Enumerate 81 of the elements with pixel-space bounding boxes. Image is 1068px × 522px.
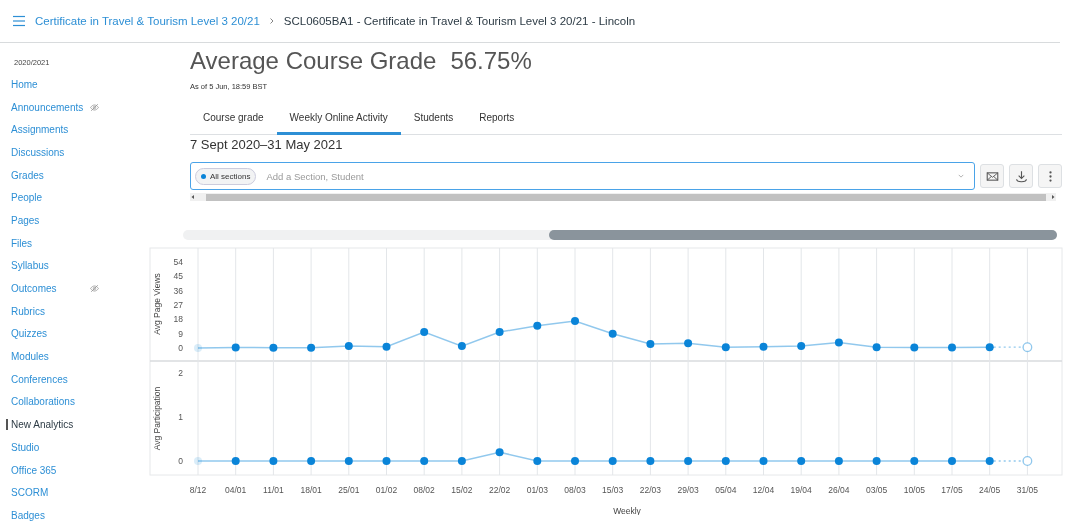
sidebar-link[interactable]: Home bbox=[11, 78, 89, 90]
sidebar-link[interactable]: Discussions bbox=[11, 146, 89, 158]
x-tick-label: 05/04 bbox=[715, 485, 737, 495]
breadcrumb-current: SCL0605BA1 - Certificate in Travel & Tourism Level 3 20/21 - Lincoln bbox=[283, 15, 636, 27]
range-scrollbar[interactable] bbox=[183, 230, 1057, 240]
sidebar-link[interactable]: Announcements bbox=[11, 101, 89, 113]
x-tick-label: 8/12 bbox=[189, 485, 207, 495]
x-tick-label: 12/04 bbox=[752, 485, 775, 495]
x-tick-label: 22/02 bbox=[488, 485, 511, 495]
y-tick-label: 1 bbox=[178, 412, 183, 422]
x-tick-label: 01/02 bbox=[375, 485, 398, 495]
x-tick-label: 29/03 bbox=[677, 485, 699, 495]
sidebar-link[interactable]: New Analytics bbox=[6, 419, 89, 431]
y-tick-label: 0 bbox=[178, 456, 183, 466]
tab[interactable]: Reports bbox=[466, 105, 528, 135]
y-tick-label: 27 bbox=[173, 300, 183, 310]
date-range: 7 Sept 2020–31 May 2021 bbox=[190, 137, 343, 152]
breadcrumb-link[interactable]: Certificate in Travel & Tourism Level 3 20/21 bbox=[35, 15, 260, 27]
x-tick-label: 01/03 bbox=[526, 485, 548, 495]
data-point bbox=[194, 344, 202, 352]
y-tick-label: 0 bbox=[178, 343, 183, 353]
more-button[interactable] bbox=[1038, 164, 1062, 188]
sidebar-link[interactable]: Pages bbox=[11, 214, 89, 226]
y-tick-label: 18 bbox=[173, 314, 183, 325]
x-tick-label: 26/04 bbox=[828, 485, 850, 495]
scroll-left-icon[interactable] bbox=[190, 194, 196, 200]
sidebar-link[interactable]: Syllabus bbox=[11, 260, 89, 272]
y-axis-title: Avg Page Views bbox=[152, 273, 162, 335]
x-tick-label: 08/02 bbox=[413, 485, 435, 495]
tab[interactable]: Students bbox=[400, 105, 467, 135]
menu-icon[interactable] bbox=[11, 15, 27, 27]
scrollbar[interactable] bbox=[190, 193, 1056, 201]
x-axis-title: Weekly bbox=[613, 506, 641, 515]
section-chip[interactable]: All sections bbox=[195, 167, 257, 185]
chevron-icon bbox=[267, 16, 276, 26]
x-tick-label: 31/05 bbox=[1016, 485, 1039, 495]
x-tick-label: 17/05 bbox=[941, 485, 963, 495]
sidebar-link[interactable]: Quizzes bbox=[11, 328, 89, 340]
sidebar-link[interactable]: People bbox=[11, 192, 89, 204]
sidebar-link[interactable]: Grades bbox=[11, 169, 89, 181]
filter-field[interactable]: All sections Add a Section, Student bbox=[190, 162, 975, 190]
x-tick-label: 15/03 bbox=[602, 485, 624, 495]
data-point bbox=[194, 457, 202, 465]
sidebar-link[interactable]: Badges bbox=[11, 509, 89, 521]
grade-value: 56.75% bbox=[450, 47, 532, 75]
x-tick-label: 15/02 bbox=[451, 485, 473, 495]
y-tick-label: 9 bbox=[178, 328, 183, 339]
x-tick-label: 10/05 bbox=[903, 485, 925, 495]
sidebar-link[interactable]: Files bbox=[11, 237, 89, 249]
sidebar-link[interactable]: Assignments bbox=[11, 124, 89, 136]
page-title: Average Course Grade bbox=[190, 47, 437, 75]
x-tick-label: 08/03 bbox=[564, 485, 586, 495]
sidebar-link[interactable]: Office 365 bbox=[11, 464, 89, 476]
y-tick-label: 54 bbox=[173, 257, 183, 267]
download-icon bbox=[1014, 169, 1028, 183]
x-tick-label: 25/01 bbox=[338, 485, 360, 495]
x-tick-label: 24/05 bbox=[979, 485, 1001, 495]
y-tick-label: 36 bbox=[173, 285, 183, 296]
tab[interactable]: Weekly Online Activity bbox=[276, 105, 401, 135]
x-tick-label: 03/05 bbox=[865, 485, 888, 495]
sidebar-link[interactable]: Collaborations bbox=[11, 396, 89, 408]
tab[interactable]: Course grade bbox=[190, 105, 277, 135]
sidebar-link[interactable]: Outcomes bbox=[11, 283, 89, 295]
message-button[interactable] bbox=[980, 164, 1004, 188]
sidebar-link[interactable]: Modules bbox=[11, 351, 89, 363]
x-tick-label: 22/03 bbox=[639, 485, 662, 495]
x-tick-label: 04/01 bbox=[225, 485, 247, 495]
sidebar-link[interactable]: Conferences bbox=[11, 373, 89, 385]
x-tick-label: 18/01 bbox=[300, 485, 322, 495]
chevron-down-icon bbox=[956, 173, 966, 179]
x-tick-label: 19/04 bbox=[790, 485, 812, 495]
sidebar-link[interactable]: Studio bbox=[11, 441, 89, 453]
sidebar-link[interactable]: SCORM bbox=[11, 487, 89, 499]
x-tick-label: 11/01 bbox=[263, 485, 284, 495]
scroll-right-icon[interactable] bbox=[1050, 194, 1056, 200]
y-tick-label: 2 bbox=[178, 368, 183, 378]
sidebar-link[interactable]: Rubrics bbox=[11, 305, 89, 317]
y-axis-title: Avg Participation bbox=[152, 386, 162, 451]
download-button[interactable] bbox=[1009, 164, 1033, 188]
y-tick-label: 45 bbox=[173, 271, 183, 282]
envelope-icon bbox=[985, 169, 999, 183]
